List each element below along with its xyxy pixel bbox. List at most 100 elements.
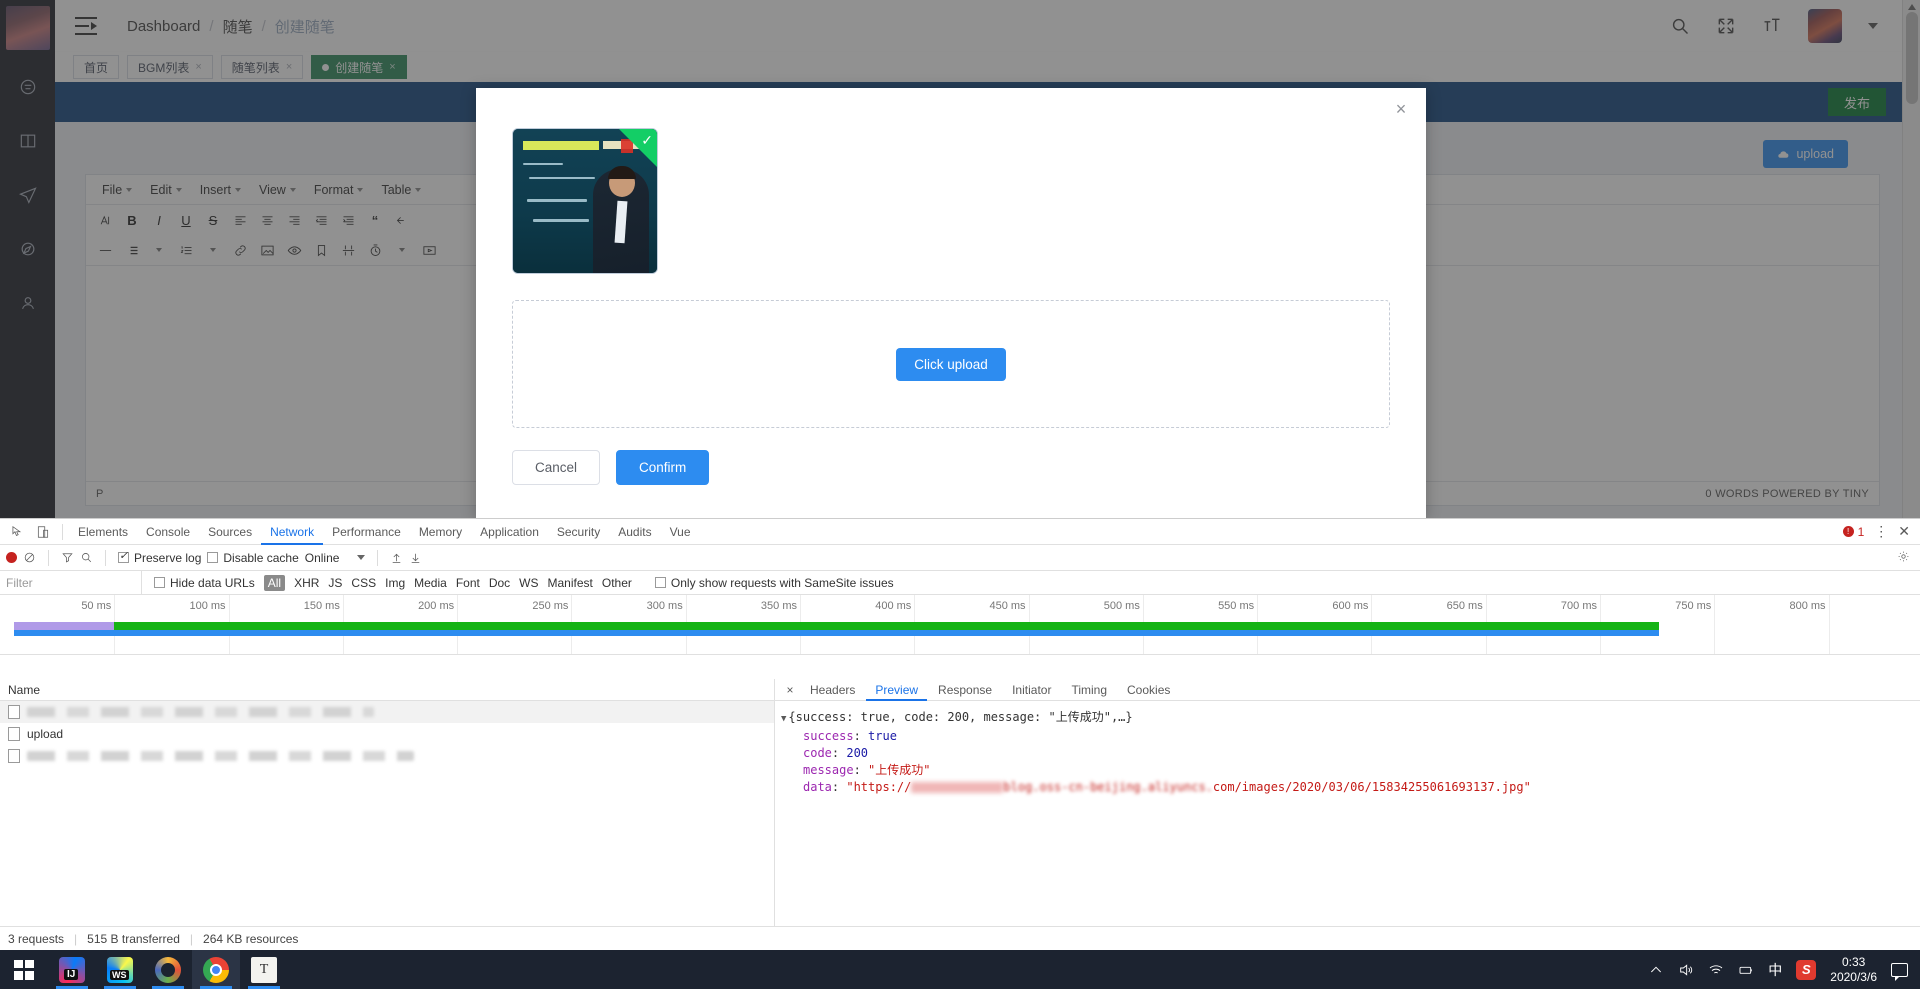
hide-data-urls-checkbox[interactable]: Hide data URLs bbox=[154, 576, 255, 590]
tab-elements[interactable]: Elements bbox=[69, 519, 137, 545]
settings-gear[interactable] bbox=[1897, 550, 1910, 566]
taskbar-app-chrome[interactable] bbox=[192, 950, 240, 989]
filter-type-font[interactable]: Font bbox=[456, 576, 480, 590]
detail-tab-response[interactable]: Response bbox=[929, 679, 1001, 701]
divider bbox=[62, 523, 63, 540]
timeline-tick-label: 650 ms bbox=[1446, 600, 1483, 612]
requests-column-header[interactable]: Name bbox=[0, 679, 774, 701]
divider bbox=[48, 549, 49, 566]
request-name-redacted bbox=[27, 707, 374, 717]
uploaded-image-thumbnail[interactable]: ✓ bbox=[512, 128, 658, 274]
clear-icon[interactable] bbox=[23, 551, 36, 564]
filter-type-js[interactable]: JS bbox=[328, 576, 342, 590]
volume-icon[interactable] bbox=[1678, 962, 1694, 978]
wifi-icon[interactable] bbox=[1708, 962, 1724, 978]
filter-type-ws[interactable]: WS bbox=[519, 576, 538, 590]
click-upload-button[interactable]: Click upload bbox=[896, 347, 1006, 381]
json-value: true bbox=[868, 729, 897, 743]
samesite-checkbox[interactable]: Only show requests with SameSite issues bbox=[654, 576, 894, 590]
filter-icon[interactable] bbox=[61, 551, 74, 564]
filter-type-xhr[interactable]: XHR bbox=[294, 576, 319, 590]
detail-tab-initiator[interactable]: Initiator bbox=[1003, 679, 1060, 701]
detail-tab-timing[interactable]: Timing bbox=[1062, 679, 1116, 701]
close-detail-icon[interactable]: × bbox=[781, 683, 799, 697]
start-button[interactable] bbox=[0, 950, 48, 989]
table-row[interactable] bbox=[0, 745, 774, 767]
taskbar-app-ring[interactable] bbox=[144, 950, 192, 989]
throttling-value: Online bbox=[304, 550, 340, 565]
confirm-button[interactable]: Confirm bbox=[616, 450, 710, 485]
network-overview-timeline[interactable]: 50 ms 100 ms 150 ms 200 ms 250 ms 300 ms 350 m… bbox=[0, 595, 1920, 655]
taskbar-app-notes[interactable] bbox=[240, 950, 288, 989]
filter-type-css[interactable]: CSS bbox=[351, 576, 376, 590]
json-value-suffix: com/images/2020/03/06/15834255061693137.… bbox=[1212, 780, 1531, 794]
record-button[interactable] bbox=[6, 552, 17, 563]
windows-taskbar: 中 0:33 2020/3/6 bbox=[0, 950, 1920, 989]
ring-app-icon bbox=[155, 956, 181, 983]
filter-type-other[interactable]: Other bbox=[602, 576, 632, 590]
device-toolbar-icon[interactable] bbox=[30, 521, 56, 543]
json-root-row[interactable]: ▼ {success: true, code: 200, message: "上传… bbox=[781, 709, 1920, 728]
taskbar-app-intellij[interactable] bbox=[48, 950, 96, 989]
detail-tab-headers[interactable]: Headers bbox=[801, 679, 864, 701]
preserve-log-checkbox[interactable]: Preserve log bbox=[118, 549, 201, 565]
inspect-element-icon[interactable] bbox=[4, 521, 30, 543]
checkbox-icon bbox=[654, 576, 666, 588]
detail-tab-cookies[interactable]: Cookies bbox=[1118, 679, 1179, 701]
import-har-icon[interactable] bbox=[390, 551, 403, 564]
browser-page: Dashboard / 随笔 / 创建随笔 首页 BGM列表 × bbox=[0, 0, 1920, 518]
search-icon[interactable] bbox=[80, 551, 93, 564]
filter-type-media[interactable]: Media bbox=[414, 576, 447, 590]
tab-network[interactable]: Network bbox=[261, 519, 323, 545]
tab-memory[interactable]: Memory bbox=[410, 519, 471, 545]
show-hidden-icons-icon[interactable] bbox=[1648, 962, 1664, 978]
tab-vue[interactable]: Vue bbox=[661, 519, 700, 545]
windows-logo-icon bbox=[14, 959, 34, 980]
error-count-badge[interactable]: ! 1 bbox=[1842, 525, 1864, 539]
close-icon[interactable]: × bbox=[1390, 98, 1412, 120]
taskbar-app-webstorm[interactable] bbox=[96, 950, 144, 989]
request-type-icon bbox=[8, 749, 20, 763]
tab-application[interactable]: Application bbox=[471, 519, 548, 545]
filter-input[interactable]: Filter bbox=[0, 570, 142, 595]
filter-type-manifest[interactable]: Manifest bbox=[548, 576, 593, 590]
thumbnail-detail bbox=[523, 163, 563, 165]
timeline-tick-label: 250 ms bbox=[532, 600, 569, 612]
detail-tab-preview[interactable]: Preview bbox=[866, 679, 927, 701]
transferred-size: 515 B transferred bbox=[87, 931, 180, 946]
tab-console[interactable]: Console bbox=[137, 519, 199, 545]
expand-triangle-icon[interactable]: ▼ bbox=[781, 714, 786, 724]
tab-audits[interactable]: Audits bbox=[609, 519, 660, 545]
cancel-button[interactable]: Cancel bbox=[512, 450, 601, 485]
tab-security[interactable]: Security bbox=[548, 519, 609, 545]
export-har-icon[interactable] bbox=[409, 551, 422, 564]
disable-cache-checkbox[interactable]: Disable cache bbox=[207, 551, 299, 565]
upload-dropzone[interactable]: Click upload bbox=[512, 300, 1390, 428]
filter-type-img[interactable]: Img bbox=[385, 576, 405, 590]
ime-icon[interactable]: 中 bbox=[1768, 960, 1782, 980]
sogou-input-icon[interactable] bbox=[1796, 959, 1817, 980]
clock[interactable]: 0:33 2020/3/6 bbox=[1830, 955, 1877, 985]
filter-type-doc[interactable]: Doc bbox=[489, 576, 510, 590]
throttling-select[interactable]: Online bbox=[305, 551, 366, 565]
json-summary: {success: true, code: 200, message: "上传成… bbox=[788, 710, 1133, 724]
json-key: message bbox=[803, 763, 854, 777]
timeline-tick-label: 700 ms bbox=[1560, 600, 1597, 612]
request-name-redacted bbox=[27, 751, 414, 761]
preview-json-viewer: ▼ {success: true, code: 200, message: "上传… bbox=[775, 701, 1920, 796]
system-tray: 中 0:33 2020/3/6 bbox=[1648, 955, 1920, 985]
filter-type-all[interactable]: All bbox=[263, 574, 286, 591]
action-center-icon[interactable] bbox=[1891, 962, 1908, 981]
checkbox-icon bbox=[118, 549, 129, 563]
battery-icon[interactable] bbox=[1738, 962, 1754, 978]
tab-performance[interactable]: Performance bbox=[323, 519, 410, 545]
tab-sources[interactable]: Sources bbox=[199, 519, 261, 545]
timeline-tick: 750 ms bbox=[1675, 595, 1716, 654]
table-row[interactable] bbox=[0, 701, 774, 723]
timeline-bar-green bbox=[14, 622, 1659, 630]
close-devtools-icon[interactable]: ✕ bbox=[1898, 523, 1910, 540]
table-row[interactable]: upload bbox=[0, 723, 774, 745]
redacted-host-text: blog.oss-cn-beijing.aliyuncs. bbox=[1003, 780, 1213, 794]
more-options-icon[interactable]: ⋮ bbox=[1874, 523, 1888, 540]
json-key: data bbox=[803, 780, 832, 794]
